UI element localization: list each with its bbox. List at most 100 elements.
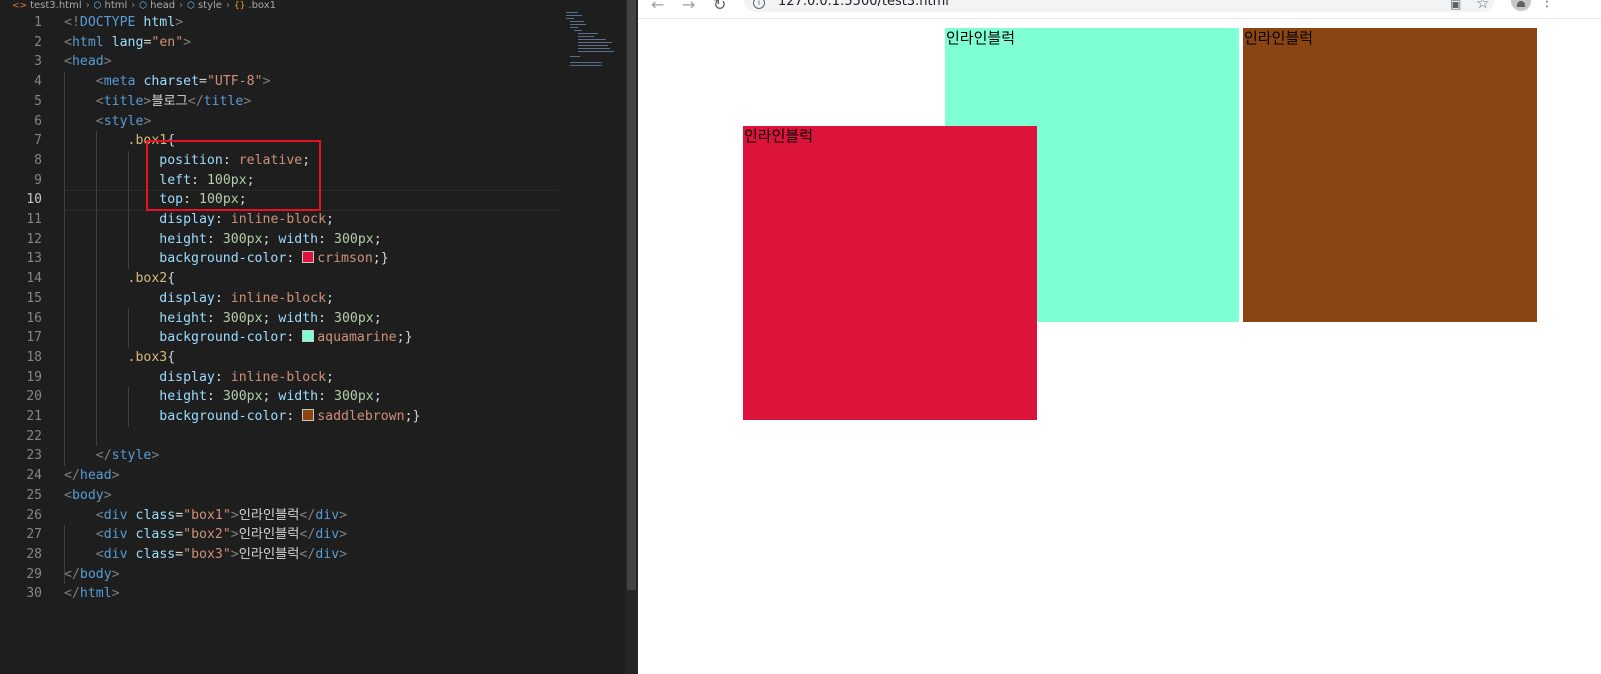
scrollbar-thumb[interactable] [627,0,636,590]
menu-icon[interactable]: ⋮ [1540,0,1554,10]
breadcrumb-item-html[interactable]: ⬡ html [94,1,128,12]
code-line[interactable]: 1 <!DOCTYPE html> [0,13,625,33]
code-text[interactable]: </head> [64,466,120,486]
code-line[interactable]: 28 <div class="box3">인라인블럭</div> [0,545,625,565]
code-line[interactable]: 12 height: 300px; width: 300px; [0,230,625,250]
code-text[interactable]: .box3{ [64,348,176,368]
code-line[interactable]: 16 height: 300px; width: 300px; [0,309,625,329]
code-token: head [79,468,112,484]
code-line[interactable]: 21 background-color: saddlebrown;} [0,407,625,427]
reload-icon[interactable]: ↻ [713,0,726,14]
profile-icon[interactable] [1511,0,1531,11]
url-text[interactable]: 127.0.0.1:5500/test3.html [778,0,949,9]
code-line[interactable]: 13 background-color: crimson;} [0,249,625,269]
minimap-line [566,15,582,16]
color-swatch-icon[interactable] [302,251,315,264]
code-text[interactable]: .box2{ [64,269,176,289]
code-text[interactable]: <body> [64,486,112,506]
line-number: 20 [26,389,42,405]
code-text[interactable]: <meta charset="UTF-8"> [64,72,271,92]
line-number: 11 [26,212,42,227]
browser-window: ← → ↻ i 127.0.0.1:5500/test3.html ▣ ☆ ⋮ … [638,0,1601,674]
code-text[interactable]: <!DOCTYPE html> [64,13,183,33]
code-line[interactable]: 3 <head> [0,52,625,72]
address-bar[interactable]: i 127.0.0.1:5500/test3.html [744,0,1494,12]
code-text[interactable]: display: inline-block; [64,210,334,230]
code-token: > [111,468,120,484]
line-number: 5 [34,93,42,109]
code-line[interactable]: 22 [0,427,625,447]
code-line[interactable]: 30 </html> [0,584,625,604]
code-token: "box1" [183,507,231,523]
code-line[interactable]: 17 background-color: aquamarine;} [0,328,625,348]
code-line[interactable]: 15 display: inline-block; [0,289,625,309]
code-text[interactable]: background-color: aquamarine;} [64,328,413,348]
code-token: "box3" [183,546,231,562]
code-line[interactable]: 20 height: 300px; width: 300px; [0,387,625,407]
code-text[interactable]: <style> [64,112,152,132]
code-token: ; [373,231,382,247]
breadcrumb-item-style[interactable]: ⬡ style [187,1,222,12]
minimap-line [578,36,594,37]
code-token: > [103,54,112,70]
color-swatch-icon[interactable] [302,409,315,421]
indent-guide [128,151,129,269]
code-line[interactable]: 18 .box3{ [0,348,625,368]
forward-arrow-icon[interactable]: → [682,0,695,14]
code-token: } [380,251,389,267]
code-text[interactable]: height: 300px; width: 300px; [64,230,382,250]
line-number: 15 [26,290,42,306]
back-arrow-icon[interactable]: ← [651,0,664,14]
code-text[interactable]: height: 300px; width: 300px; [64,309,381,329]
minimap[interactable] [562,10,624,70]
code-line[interactable]: 23 </style> [0,446,625,466]
line-number: 1 [34,15,42,30]
code-text[interactable]: height: 300px; width: 300px; [64,387,381,407]
translate-icon[interactable]: ▣ [1450,0,1461,11]
code-text[interactable]: </style> [64,446,160,466]
annotation-highlight-box [146,140,321,211]
code-line[interactable]: 29 </body> [0,565,625,585]
code-line[interactable]: 24 </head> [0,466,625,486]
code-text[interactable]: <div class="box3">인라인블럭</div> [64,545,347,565]
code-line[interactable]: 11 display: inline-block; [0,210,625,230]
code-text[interactable]: <title>블로그</title> [64,92,252,112]
code-token: height [159,310,207,326]
code-text[interactable]: <div class="box1">인라인블럭</div> [64,506,347,526]
code-token: .box3 [127,349,168,365]
code-text[interactable]: display: inline-block; [64,289,334,309]
line-number: 13 [26,251,42,267]
editor-scrollbar[interactable] [625,0,638,674]
code-text[interactable]: </html> [64,584,120,604]
code-line[interactable]: 26 <div class="box1">인라인블럭</div> [0,506,625,526]
code-text[interactable]: background-color: saddlebrown;} [64,407,420,427]
star-icon[interactable]: ☆ [1476,0,1489,12]
breadcrumb-item-head[interactable]: ⬡ head [139,1,175,12]
code-editor[interactable]: <> test3.html › ⬡ html › ⬡ head › ⬡ style › … [0,0,638,674]
code-text[interactable]: <head> [64,52,112,72]
code-token: inline-block [230,290,327,306]
code-line[interactable]: 4 <meta charset="UTF-8"> [0,72,625,92]
code-text[interactable]: display: inline-block; [64,368,334,388]
breadcrumb-item-file[interactable]: <> test3.html [12,1,82,12]
code-line[interactable]: 14 .box2{ [0,269,625,289]
info-icon[interactable]: i [753,0,765,9]
code-line[interactable]: 6 <style> [0,112,625,132]
code-text[interactable]: <html lang="en"> [64,33,191,53]
code-token: ; [396,330,405,346]
code-text[interactable]: background-color: crimson;} [64,249,389,269]
code-line[interactable]: 19 display: inline-block; [0,368,625,388]
code-token: > [230,507,239,523]
code-line[interactable]: 27 <div class="box2">인라인블럭</div> [0,525,625,545]
breadcrumb-item-selector[interactable]: {} .box1 [234,1,276,12]
code-line[interactable]: 2 <html lang="en"> [0,33,625,53]
code-token: > [143,113,152,129]
code-text[interactable]: <div class="box2">인라인블럭</div> [64,525,347,545]
code-line[interactable]: 25 <body> [0,486,625,506]
code-text[interactable]: </body> [64,565,120,585]
color-swatch-icon[interactable] [302,330,315,343]
code-line[interactable]: 5 <title>블로그</title> [0,92,625,112]
